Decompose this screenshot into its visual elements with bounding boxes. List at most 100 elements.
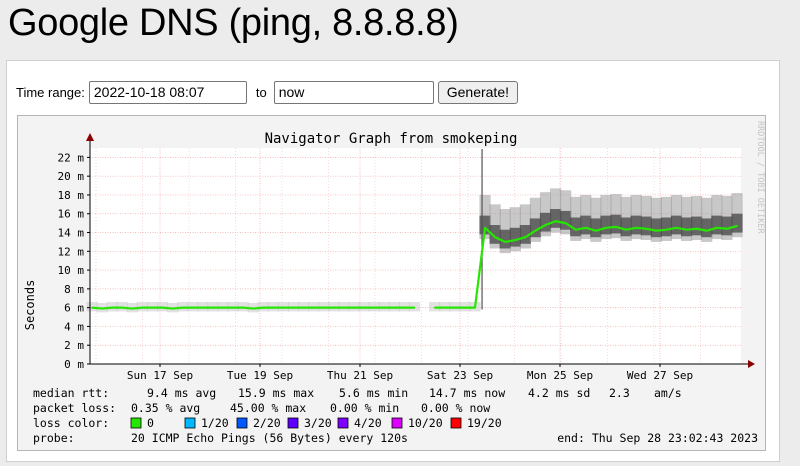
median-point <box>625 228 627 231</box>
median-point <box>675 227 678 229</box>
page-title: Google DNS (ping, 8.8.8.8) <box>8 2 459 44</box>
median-point <box>665 228 668 231</box>
median-point <box>212 306 214 309</box>
median-point <box>171 307 174 310</box>
median-point <box>302 306 305 309</box>
y-tick-label: 22 m <box>58 151 85 164</box>
median-point <box>494 236 496 239</box>
smoke-core <box>640 216 652 236</box>
smoke-core <box>691 216 703 236</box>
median-point <box>292 306 295 309</box>
median-point <box>272 306 275 309</box>
packet-loss-label: packet loss: <box>33 401 116 415</box>
median-point <box>353 306 355 309</box>
end-time-input[interactable] <box>273 80 434 104</box>
median-avg: 9.4 ms avg <box>147 386 216 400</box>
loss-color-swatch <box>236 417 248 429</box>
median-point <box>373 306 375 309</box>
y-tick-label: 2 m <box>64 339 84 352</box>
median-point <box>615 226 617 228</box>
rrdtool-watermark: RRDTOOL / TOBI OETIKER <box>755 121 765 234</box>
median-point <box>454 306 456 309</box>
y-tick-label: 6 m <box>64 302 84 315</box>
median-sd: 4.2 ms sd <box>528 386 590 400</box>
median-point <box>91 306 93 309</box>
smoke-core <box>701 218 713 238</box>
median-point <box>645 227 648 230</box>
loss-color-label-item: 1/20 <box>201 416 229 430</box>
generate-button[interactable]: Generate! <box>437 80 518 104</box>
median-point <box>111 306 113 309</box>
median-point <box>262 306 265 309</box>
median-point <box>131 307 134 310</box>
median-point <box>312 306 315 309</box>
median-point <box>151 306 154 309</box>
median-point <box>202 306 204 309</box>
median-point <box>393 306 396 309</box>
probe-label: probe: <box>33 431 75 445</box>
x-tick-label: Thu 21 Sep <box>327 369 393 382</box>
start-time-input[interactable] <box>88 80 247 104</box>
x-tick-label: Mon 25 Sep <box>527 369 593 382</box>
x-tick-label: Tue 19 Sep <box>227 369 293 382</box>
loss-color-label-item: 0 <box>147 416 154 430</box>
y-tick-label: 8 m <box>64 283 84 296</box>
smoke-core <box>681 217 693 237</box>
time-range-form: Time range: to Generate! <box>16 80 518 104</box>
y-tick-label: 18 m <box>58 189 85 202</box>
loss-color-label-item: 4/20 <box>354 416 382 430</box>
probe-text: 20 ICMP Echo Pings (56 Bytes) every 120s <box>131 431 408 445</box>
smoke-core <box>620 217 632 237</box>
smoke-core <box>539 212 552 232</box>
median-point <box>232 306 234 309</box>
median-point <box>383 306 386 309</box>
median-point <box>101 307 103 310</box>
median-point <box>524 236 527 239</box>
loss-color-label-item: 10/20 <box>408 416 443 430</box>
median-ams: 2.3 <box>609 386 630 400</box>
smoke-core <box>509 227 521 247</box>
median-point <box>574 228 577 231</box>
plot-area <box>90 148 741 364</box>
x-tick-label: Sat 23 Sep <box>427 369 493 382</box>
median-point <box>141 306 144 309</box>
loss-color-swatch <box>184 417 196 429</box>
median-point <box>181 306 184 309</box>
smoke-core <box>670 215 683 235</box>
median-point <box>695 227 698 230</box>
loss-color-swatch <box>130 417 142 429</box>
smoke-core <box>650 218 662 238</box>
smoke-core <box>600 215 612 235</box>
median-point <box>514 239 517 241</box>
loss-avg: 0.35 % avg <box>131 401 200 415</box>
median-point <box>322 306 325 309</box>
median-point <box>685 228 688 231</box>
median-point <box>242 306 244 309</box>
median-point <box>433 306 436 309</box>
y-tick-label: 10 m <box>58 264 85 277</box>
to-label: to <box>255 84 267 100</box>
median-point <box>121 306 124 309</box>
smokeping-graph: Navigator Graph from smokeping RRDTOOL /… <box>17 115 766 451</box>
median-point <box>716 227 718 229</box>
smoke-band <box>86 302 98 312</box>
median-point <box>191 306 194 309</box>
median-point <box>252 307 255 310</box>
median-point <box>403 306 406 309</box>
smoke-core <box>610 214 622 234</box>
loss-color-label: loss color: <box>33 416 109 430</box>
x-tick-label: Sun 17 Sep <box>127 369 193 382</box>
median-point <box>343 306 345 309</box>
loss-color-label-item: 19/20 <box>467 416 502 430</box>
median-point <box>443 306 446 309</box>
median-point <box>605 227 607 229</box>
loss-max: 45.00 % max <box>230 401 306 415</box>
loss-now: 0.00 % now <box>421 401 490 415</box>
median-point <box>705 229 708 232</box>
loss-color-swatch <box>450 417 462 429</box>
median-point <box>282 306 285 309</box>
median-point <box>726 227 728 230</box>
smoke-core <box>660 217 673 237</box>
x-tick-label: Wed 27 Sep <box>627 369 693 382</box>
median-point <box>474 306 476 309</box>
